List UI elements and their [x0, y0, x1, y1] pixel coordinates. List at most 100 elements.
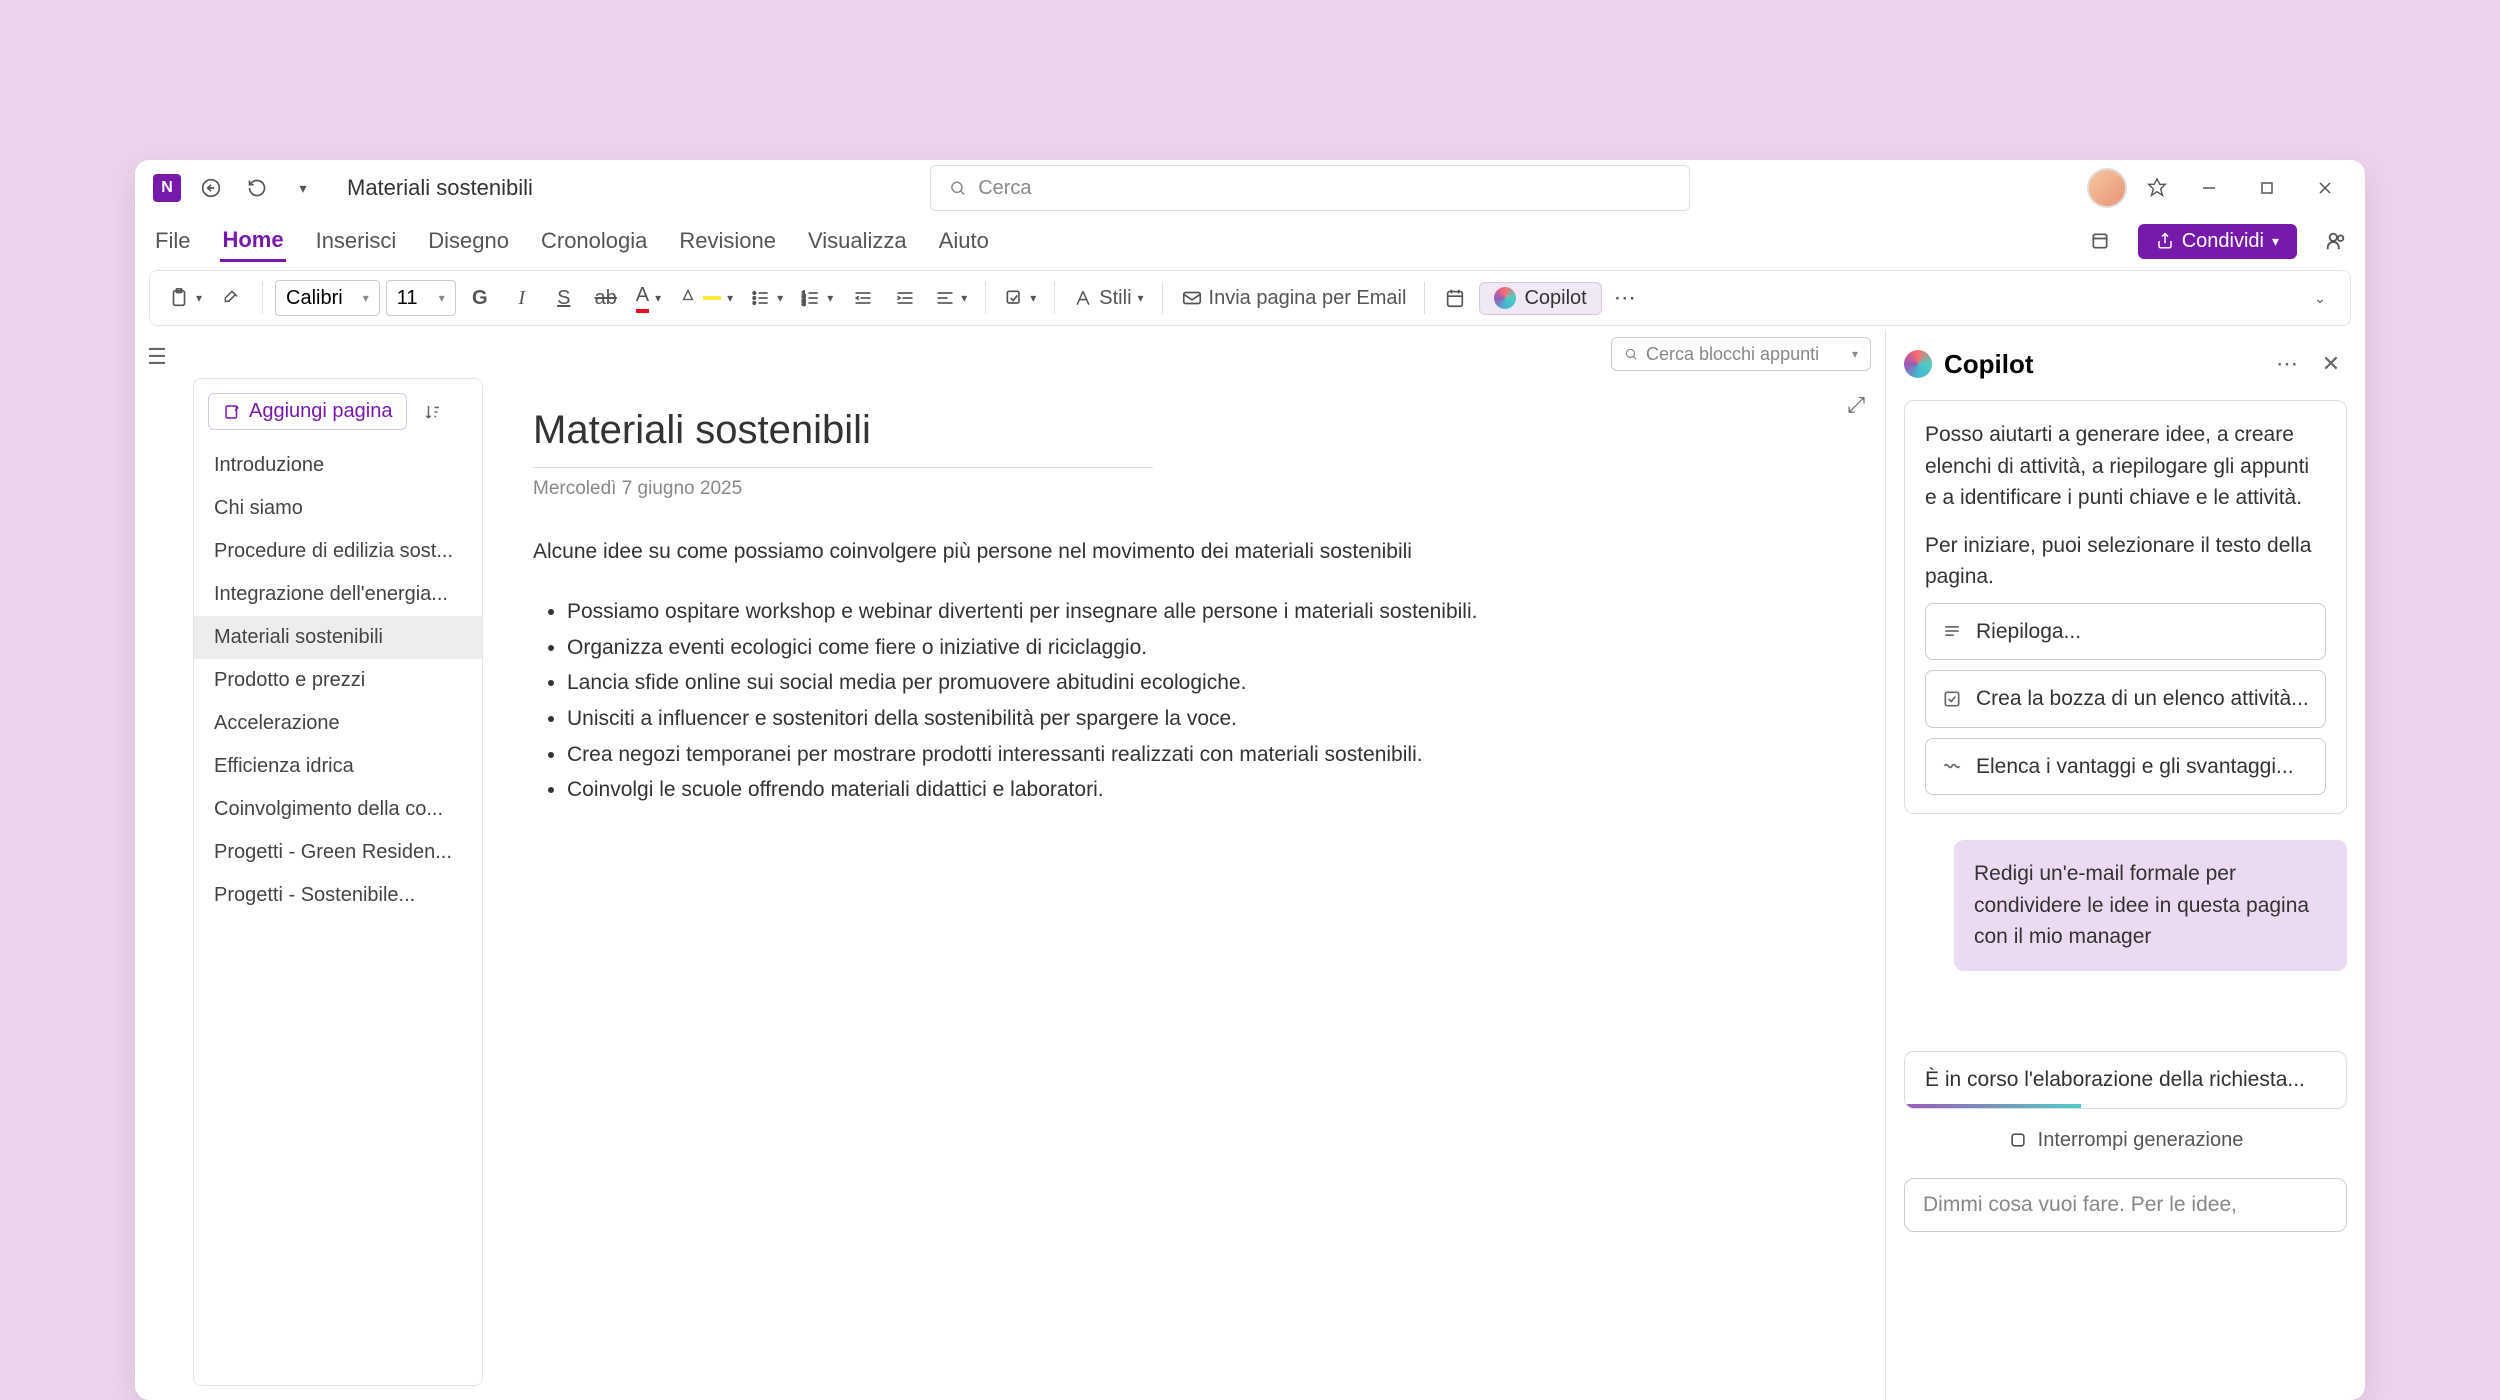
undo-button[interactable]	[241, 172, 273, 204]
back-button[interactable]	[195, 172, 227, 204]
tab-help[interactable]: Aiuto	[937, 222, 991, 260]
page-title[interactable]: Materiali sostenibili	[533, 408, 1153, 468]
copilot-icon	[1904, 350, 1932, 378]
app-window: N ▾ Materiali sostenibili File Home Ins	[135, 160, 2365, 1400]
tab-draw[interactable]: Disegno	[426, 222, 511, 260]
app-icon: N	[153, 174, 181, 202]
copilot-input[interactable]: Dimmi cosa vuoi fare. Per le idee,	[1904, 1178, 2347, 1232]
align-button[interactable]: ▾	[929, 280, 973, 316]
toolbar-chevron-icon[interactable]: ⌄	[2302, 280, 2338, 316]
page-item[interactable]: Prodotto e prezzi	[194, 659, 482, 702]
bold-button[interactable]: G	[462, 280, 498, 316]
page-item[interactable]: Chi siamo	[194, 487, 482, 530]
minimize-button[interactable]	[2187, 166, 2231, 210]
search-input[interactable]	[978, 177, 1671, 200]
list-item[interactable]: Organizza eventi ecologici come fiere o …	[567, 630, 1835, 666]
bullet-list-button[interactable]: ▾	[745, 280, 789, 316]
search-icon	[1624, 347, 1638, 361]
styles-button[interactable]: Stili ▾	[1067, 280, 1149, 316]
people-icon[interactable]	[2325, 230, 2347, 252]
suggestion-task-list[interactable]: Crea la bozza di un elenco attività...	[1925, 670, 2326, 728]
page-item[interactable]: Progetti - Green Residen...	[194, 831, 482, 874]
share-icon	[2156, 232, 2174, 250]
page-area: Cerca blocchi appunti ▾ Aggiungi pagina	[179, 330, 1885, 1400]
page-list: Aggiungi pagina IntroduzioneChi siamoPro…	[193, 378, 483, 1386]
list-item[interactable]: Possiamo ospitare workshop e webinar div…	[567, 594, 1835, 630]
add-page-button[interactable]: Aggiungi pagina	[208, 393, 407, 430]
tab-review[interactable]: Revisione	[677, 222, 778, 260]
nav-toggle[interactable]: ☰	[135, 330, 179, 1400]
notebook-search[interactable]: Cerca blocchi appunti ▾	[1611, 337, 1871, 371]
list-item[interactable]: Coinvolgi le scuole offrendo materiali d…	[567, 772, 1835, 808]
user-avatar[interactable]	[2087, 168, 2127, 208]
add-icon	[223, 403, 241, 421]
page-item[interactable]: Accelerazione	[194, 702, 482, 745]
search-icon	[949, 179, 966, 197]
copilot-panel: Copilot ⋯ ✕ Posso aiutarti a generare id…	[1885, 330, 2365, 1400]
copilot-stop-button[interactable]: Interrompi generazione	[1904, 1129, 2347, 1152]
email-page-button[interactable]: Invia pagina per Email	[1175, 280, 1413, 316]
page-item[interactable]: Materiali sostenibili	[194, 616, 482, 659]
format-painter-button[interactable]	[214, 280, 250, 316]
premium-icon[interactable]	[2141, 172, 2173, 204]
dropdown-icon[interactable]: ▾	[287, 172, 319, 204]
copilot-status: È in corso l'elaborazione della richiest…	[1904, 1051, 2347, 1109]
fullscreen-icon[interactable]	[2090, 231, 2110, 251]
tab-file[interactable]: File	[153, 222, 192, 260]
menubar: File Home Inserisci Disegno Cronologia R…	[135, 216, 2365, 266]
strikethrough-button[interactable]: ab	[588, 280, 624, 316]
expand-icon[interactable]: ⤢	[1847, 392, 1865, 418]
sort-button[interactable]	[417, 396, 449, 428]
copilot-close-icon[interactable]: ✕	[2315, 348, 2347, 380]
maximize-button[interactable]	[2245, 166, 2289, 210]
more-button[interactable]: ⋯	[1608, 280, 1644, 316]
font-family-select[interactable]: Calibri ▾	[275, 280, 380, 316]
tab-home[interactable]: Home	[220, 221, 285, 262]
meeting-button[interactable]	[1437, 280, 1473, 316]
document-title: Materiali sostenibili	[347, 175, 533, 201]
svg-text:3: 3	[802, 301, 806, 308]
body: ☰ Cerca blocchi appunti ▾ Aggiungi pagin…	[135, 330, 2365, 1400]
page-item[interactable]: Procedure di edilizia sost...	[194, 530, 482, 573]
tab-view[interactable]: Visualizza	[806, 222, 909, 260]
italic-button[interactable]: I	[504, 280, 540, 316]
numbered-list-button[interactable]: 123 ▾	[795, 280, 839, 316]
list-item[interactable]: Unisciti a influencer e sostenitori dell…	[567, 701, 1835, 737]
search-box[interactable]	[930, 165, 1690, 211]
lines-icon	[1942, 621, 1962, 641]
outdent-button[interactable]	[845, 280, 881, 316]
tab-history[interactable]: Cronologia	[539, 222, 649, 260]
checkbox-icon	[1942, 689, 1962, 709]
list-item[interactable]: Crea negozi temporanei per mostrare prod…	[567, 737, 1835, 773]
suggestion-summarize[interactable]: Riepiloga...	[1925, 603, 2326, 661]
page-item[interactable]: Introduzione	[194, 444, 482, 487]
highlight-button[interactable]: ▾	[673, 280, 739, 316]
chevron-down-icon: ▾	[2272, 233, 2279, 250]
font-size-select[interactable]: 11 ▾	[386, 280, 456, 316]
share-button[interactable]: Condividi ▾	[2138, 224, 2297, 259]
toolbar: ▾ Calibri ▾ 11 ▾ G I S ab A ▾ ▾ ▾	[149, 270, 2351, 326]
list-item[interactable]: Lancia sfide online sui social media per…	[567, 665, 1835, 701]
page-item[interactable]: Coinvolgimento della co...	[194, 788, 482, 831]
editor[interactable]: ⤢ Materiali sostenibili Mercoledì 7 giug…	[483, 378, 1885, 1400]
tab-insert[interactable]: Inserisci	[314, 222, 399, 260]
copilot-intro-card: Posso aiutarti a generare idee, a creare…	[1904, 400, 2347, 814]
font-color-button[interactable]: A ▾	[630, 280, 667, 316]
page-item[interactable]: Efficienza idrica	[194, 745, 482, 788]
page-item[interactable]: Integrazione dell'energia...	[194, 573, 482, 616]
copilot-button[interactable]: Copilot	[1479, 282, 1601, 315]
close-button[interactable]	[2303, 166, 2347, 210]
copilot-icon	[1494, 287, 1516, 309]
tag-button[interactable]: ▾	[998, 280, 1042, 316]
page-date: Mercoledì 7 giugno 2025	[533, 478, 1835, 500]
bullet-list[interactable]: Possiamo ospitare workshop e webinar div…	[533, 594, 1835, 808]
page-item[interactable]: Progetti - Sostenibile...	[194, 874, 482, 917]
copilot-user-message: Redigi un'e-mail formale per condividere…	[1954, 840, 2347, 971]
indent-button[interactable]	[887, 280, 923, 316]
paste-button[interactable]: ▾	[162, 280, 208, 316]
copilot-more-icon[interactable]: ⋯	[2271, 348, 2303, 380]
suggestion-pros-cons[interactable]: Elenca i vantaggi e gli svantaggi...	[1925, 738, 2326, 796]
underline-button[interactable]: S	[546, 280, 582, 316]
wave-icon	[1942, 756, 1962, 776]
intro-text[interactable]: Alcune idee su come possiamo coinvolgere…	[533, 540, 1835, 564]
